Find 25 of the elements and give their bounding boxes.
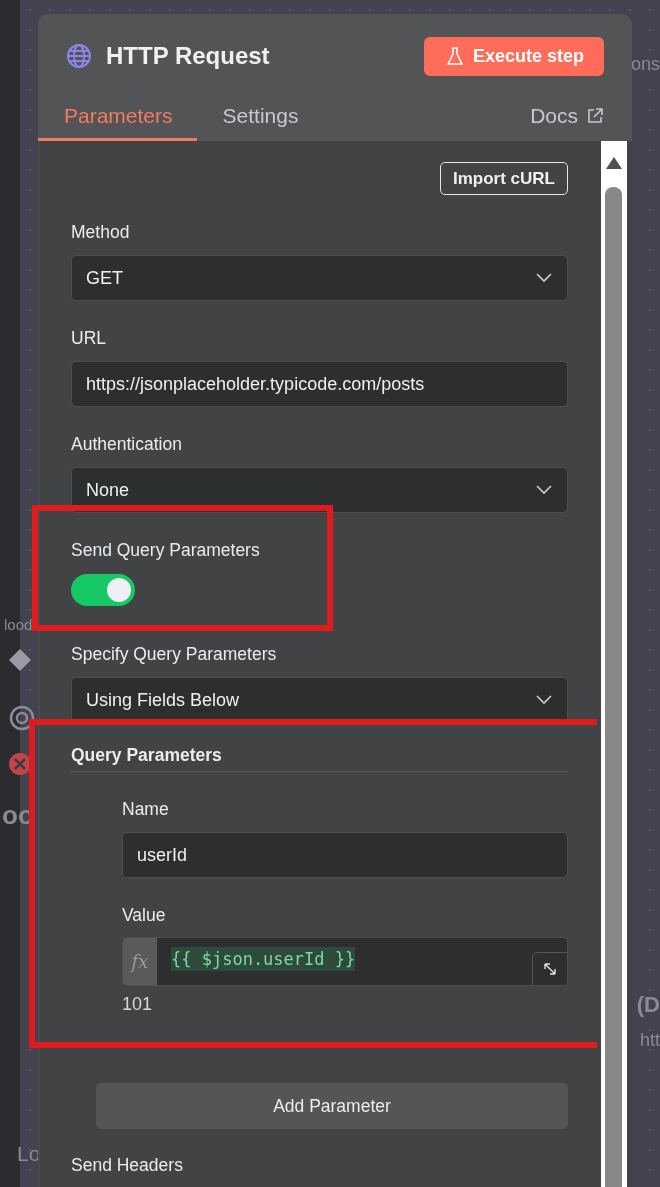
add-parameter-button[interactable]: Add Parameter [96, 1083, 568, 1129]
canvas-label: ons [630, 54, 660, 75]
expression-field[interactable]: {{ $json.userId }} [171, 947, 356, 971]
tab[interactable]: Settings [196, 104, 323, 141]
dropdown[interactable]: GET [71, 255, 568, 301]
canvas-label: lood [4, 616, 33, 633]
field-label: Value [122, 904, 167, 926]
dropdown[interactable]: None [71, 467, 568, 513]
import-curl-button[interactable]: Import cURL [440, 162, 568, 195]
field-label: Authentication [71, 433, 183, 455]
name-input-field[interactable]: userId [122, 832, 568, 878]
field-label: Name [122, 798, 170, 820]
field-label: Method [71, 221, 131, 243]
docs-link[interactable]: Docs [530, 104, 632, 141]
field-label: Specify Query Parameters [71, 643, 278, 665]
result-value: 101 [122, 993, 154, 1015]
field-label: Send Headers [71, 1154, 184, 1176]
url-input-field[interactable]: https://jsonplaceholder.typicode.com/posts [71, 361, 568, 407]
field-label: URL [71, 327, 107, 349]
canvas-label: htt [640, 1030, 660, 1051]
field-label: Send Query Parameters [71, 539, 261, 561]
fx-label: fx [123, 938, 157, 985]
section-title: Query Parameters [71, 744, 568, 772]
canvas-label: (D [636, 992, 660, 1018]
panel-title: HTTP Request [106, 42, 271, 70]
